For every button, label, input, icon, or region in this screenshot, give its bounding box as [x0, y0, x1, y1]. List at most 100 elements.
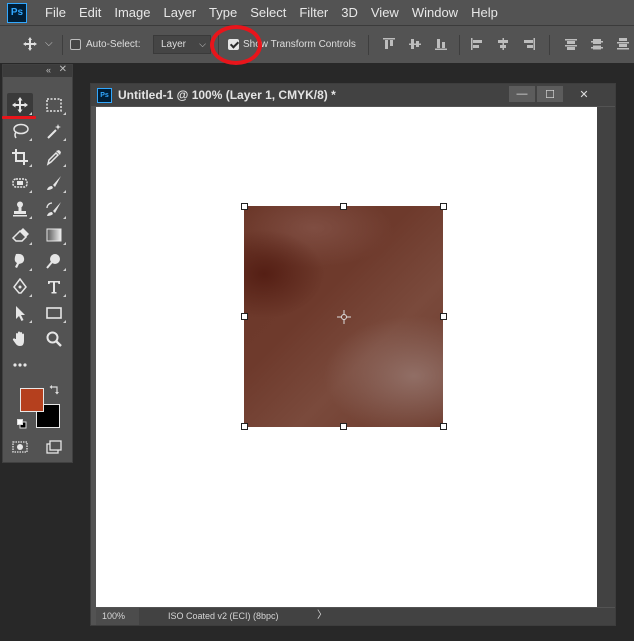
stamp-icon	[13, 201, 27, 217]
transform-handle-left[interactable]	[241, 313, 248, 320]
zoom-level-field[interactable]: 100%	[96, 608, 139, 625]
minimize-icon: —	[516, 88, 528, 100]
distribute-bottom-icon[interactable]	[616, 37, 630, 51]
quick-mask-button[interactable]	[7, 435, 33, 459]
transform-handle-bottom[interactable]	[340, 423, 347, 430]
smudge-tool[interactable]	[7, 249, 33, 273]
swap-colors-icon[interactable]	[49, 383, 61, 395]
eraser-tool[interactable]	[7, 223, 33, 247]
tool-flyout-indicator	[63, 242, 66, 245]
crop-icon	[12, 149, 28, 165]
transform-handle-top-left[interactable]	[241, 203, 248, 210]
transform-handle-top-right[interactable]	[440, 203, 447, 210]
collapse-panel-icon[interactable]: «	[46, 65, 51, 75]
tools-panel-header: « ✕	[3, 64, 72, 77]
lasso-icon	[13, 123, 29, 139]
separator	[62, 35, 63, 55]
type-tool[interactable]	[41, 275, 67, 299]
menu-help[interactable]: Help	[471, 5, 498, 20]
tool-flyout-indicator	[29, 138, 32, 141]
magic-wand-icon	[47, 124, 61, 139]
canvas[interactable]	[96, 107, 597, 607]
status-menu-chevron-icon[interactable]: 〉	[317, 608, 327, 624]
chevron-down-icon[interactable]: ⌵	[45, 38, 53, 49]
auto-select-target-dropdown[interactable]: Layer ⌵	[153, 35, 211, 54]
menu-file[interactable]: File	[45, 5, 66, 20]
menu-image[interactable]: Image	[114, 5, 150, 20]
document-tab[interactable]: Ps Untitled-1 @ 100% (Layer 1, CMYK/8) *…	[91, 84, 615, 106]
menu-select[interactable]: Select	[250, 5, 286, 20]
align-right-edges-icon[interactable]	[522, 37, 536, 51]
healing-brush-tool[interactable]	[7, 171, 33, 195]
auto-select-checkbox[interactable]	[70, 39, 81, 50]
maximize-button[interactable]: ☐	[537, 86, 563, 102]
menu-3d[interactable]: 3D	[341, 5, 358, 20]
distribute-top-icon[interactable]	[564, 37, 578, 51]
menu-window[interactable]: Window	[412, 5, 458, 20]
zoom-tool[interactable]	[41, 327, 67, 351]
tool-flyout-indicator	[29, 242, 32, 245]
pen-tool[interactable]	[7, 275, 33, 299]
close-icon: ✕	[579, 88, 589, 101]
align-top-edges-icon[interactable]	[382, 37, 396, 51]
screen-mode-icon	[46, 440, 62, 454]
annotation-circle	[210, 25, 262, 65]
tool-flyout-indicator	[63, 320, 66, 323]
magnifier-icon	[46, 331, 62, 347]
move-tool[interactable]	[7, 93, 33, 117]
magic-wand-tool[interactable]	[41, 119, 67, 143]
clone-stamp-tool[interactable]	[7, 197, 33, 221]
move-tool-preset-icon[interactable]	[22, 36, 38, 52]
chevron-down-icon: ⌵	[199, 39, 206, 49]
close-panel-icon[interactable]: ✕	[59, 64, 67, 75]
transform-handle-bottom-right[interactable]	[440, 423, 447, 430]
align-left-edges-icon[interactable]	[470, 37, 484, 51]
auto-select-label: Auto-Select:	[86, 39, 141, 50]
transform-handle-right[interactable]	[440, 313, 447, 320]
tool-flyout-indicator	[63, 216, 66, 219]
auto-select-target-value: Layer	[161, 39, 187, 50]
hand-tool[interactable]	[7, 327, 33, 351]
tool-flyout-indicator	[29, 216, 32, 219]
rectangle-tool[interactable]	[41, 301, 67, 325]
menu-edit[interactable]: Edit	[79, 5, 101, 20]
align-horizontal-centers-icon[interactable]	[496, 37, 510, 51]
align-bottom-edges-icon[interactable]	[434, 37, 448, 51]
smudge-icon	[14, 253, 25, 268]
transform-handle-top[interactable]	[340, 203, 347, 210]
path-selection-tool[interactable]	[7, 301, 33, 325]
menu-bar: Ps File Edit Image Layer Type Select Fil…	[0, 0, 634, 25]
default-colors-icon[interactable]	[17, 419, 27, 429]
reference-point-icon[interactable]	[337, 310, 351, 324]
close-button[interactable]: ✕	[571, 86, 597, 102]
transform-handle-bottom-left[interactable]	[241, 423, 248, 430]
history-brush-icon	[46, 202, 61, 216]
tool-flyout-indicator	[29, 112, 32, 115]
minimize-button[interactable]: —	[509, 86, 535, 102]
menu-layer[interactable]: Layer	[164, 5, 197, 20]
menu-filter[interactable]: Filter	[299, 5, 328, 20]
brush-tool[interactable]	[41, 171, 67, 195]
lasso-tool[interactable]	[7, 119, 33, 143]
foreground-color-swatch[interactable]	[20, 388, 44, 412]
menu-type[interactable]: Type	[209, 5, 237, 20]
dodge-tool[interactable]	[41, 249, 67, 273]
eyedropper-tool[interactable]	[41, 145, 67, 169]
tool-flyout-indicator	[29, 190, 32, 193]
gradient-icon	[46, 228, 62, 242]
gradient-tool[interactable]	[41, 223, 67, 247]
vertical-scrollbar[interactable]	[597, 107, 615, 607]
menu-view[interactable]: View	[371, 5, 399, 20]
align-vertical-centers-icon[interactable]	[408, 37, 422, 51]
tool-flyout-indicator	[29, 294, 32, 297]
history-brush-tool[interactable]	[41, 197, 67, 221]
eyedropper-icon	[46, 150, 61, 166]
screen-mode-button[interactable]	[41, 435, 67, 459]
hand-icon	[12, 331, 24, 346]
marquee-tool[interactable]	[41, 93, 67, 117]
edit-toolbar[interactable]	[7, 353, 33, 377]
crop-tool[interactable]	[7, 145, 33, 169]
distribute-vertical-centers-icon[interactable]	[590, 37, 604, 51]
document-window: Ps Untitled-1 @ 100% (Layer 1, CMYK/8) *…	[90, 83, 616, 626]
tools-panel: « ✕	[2, 64, 73, 463]
